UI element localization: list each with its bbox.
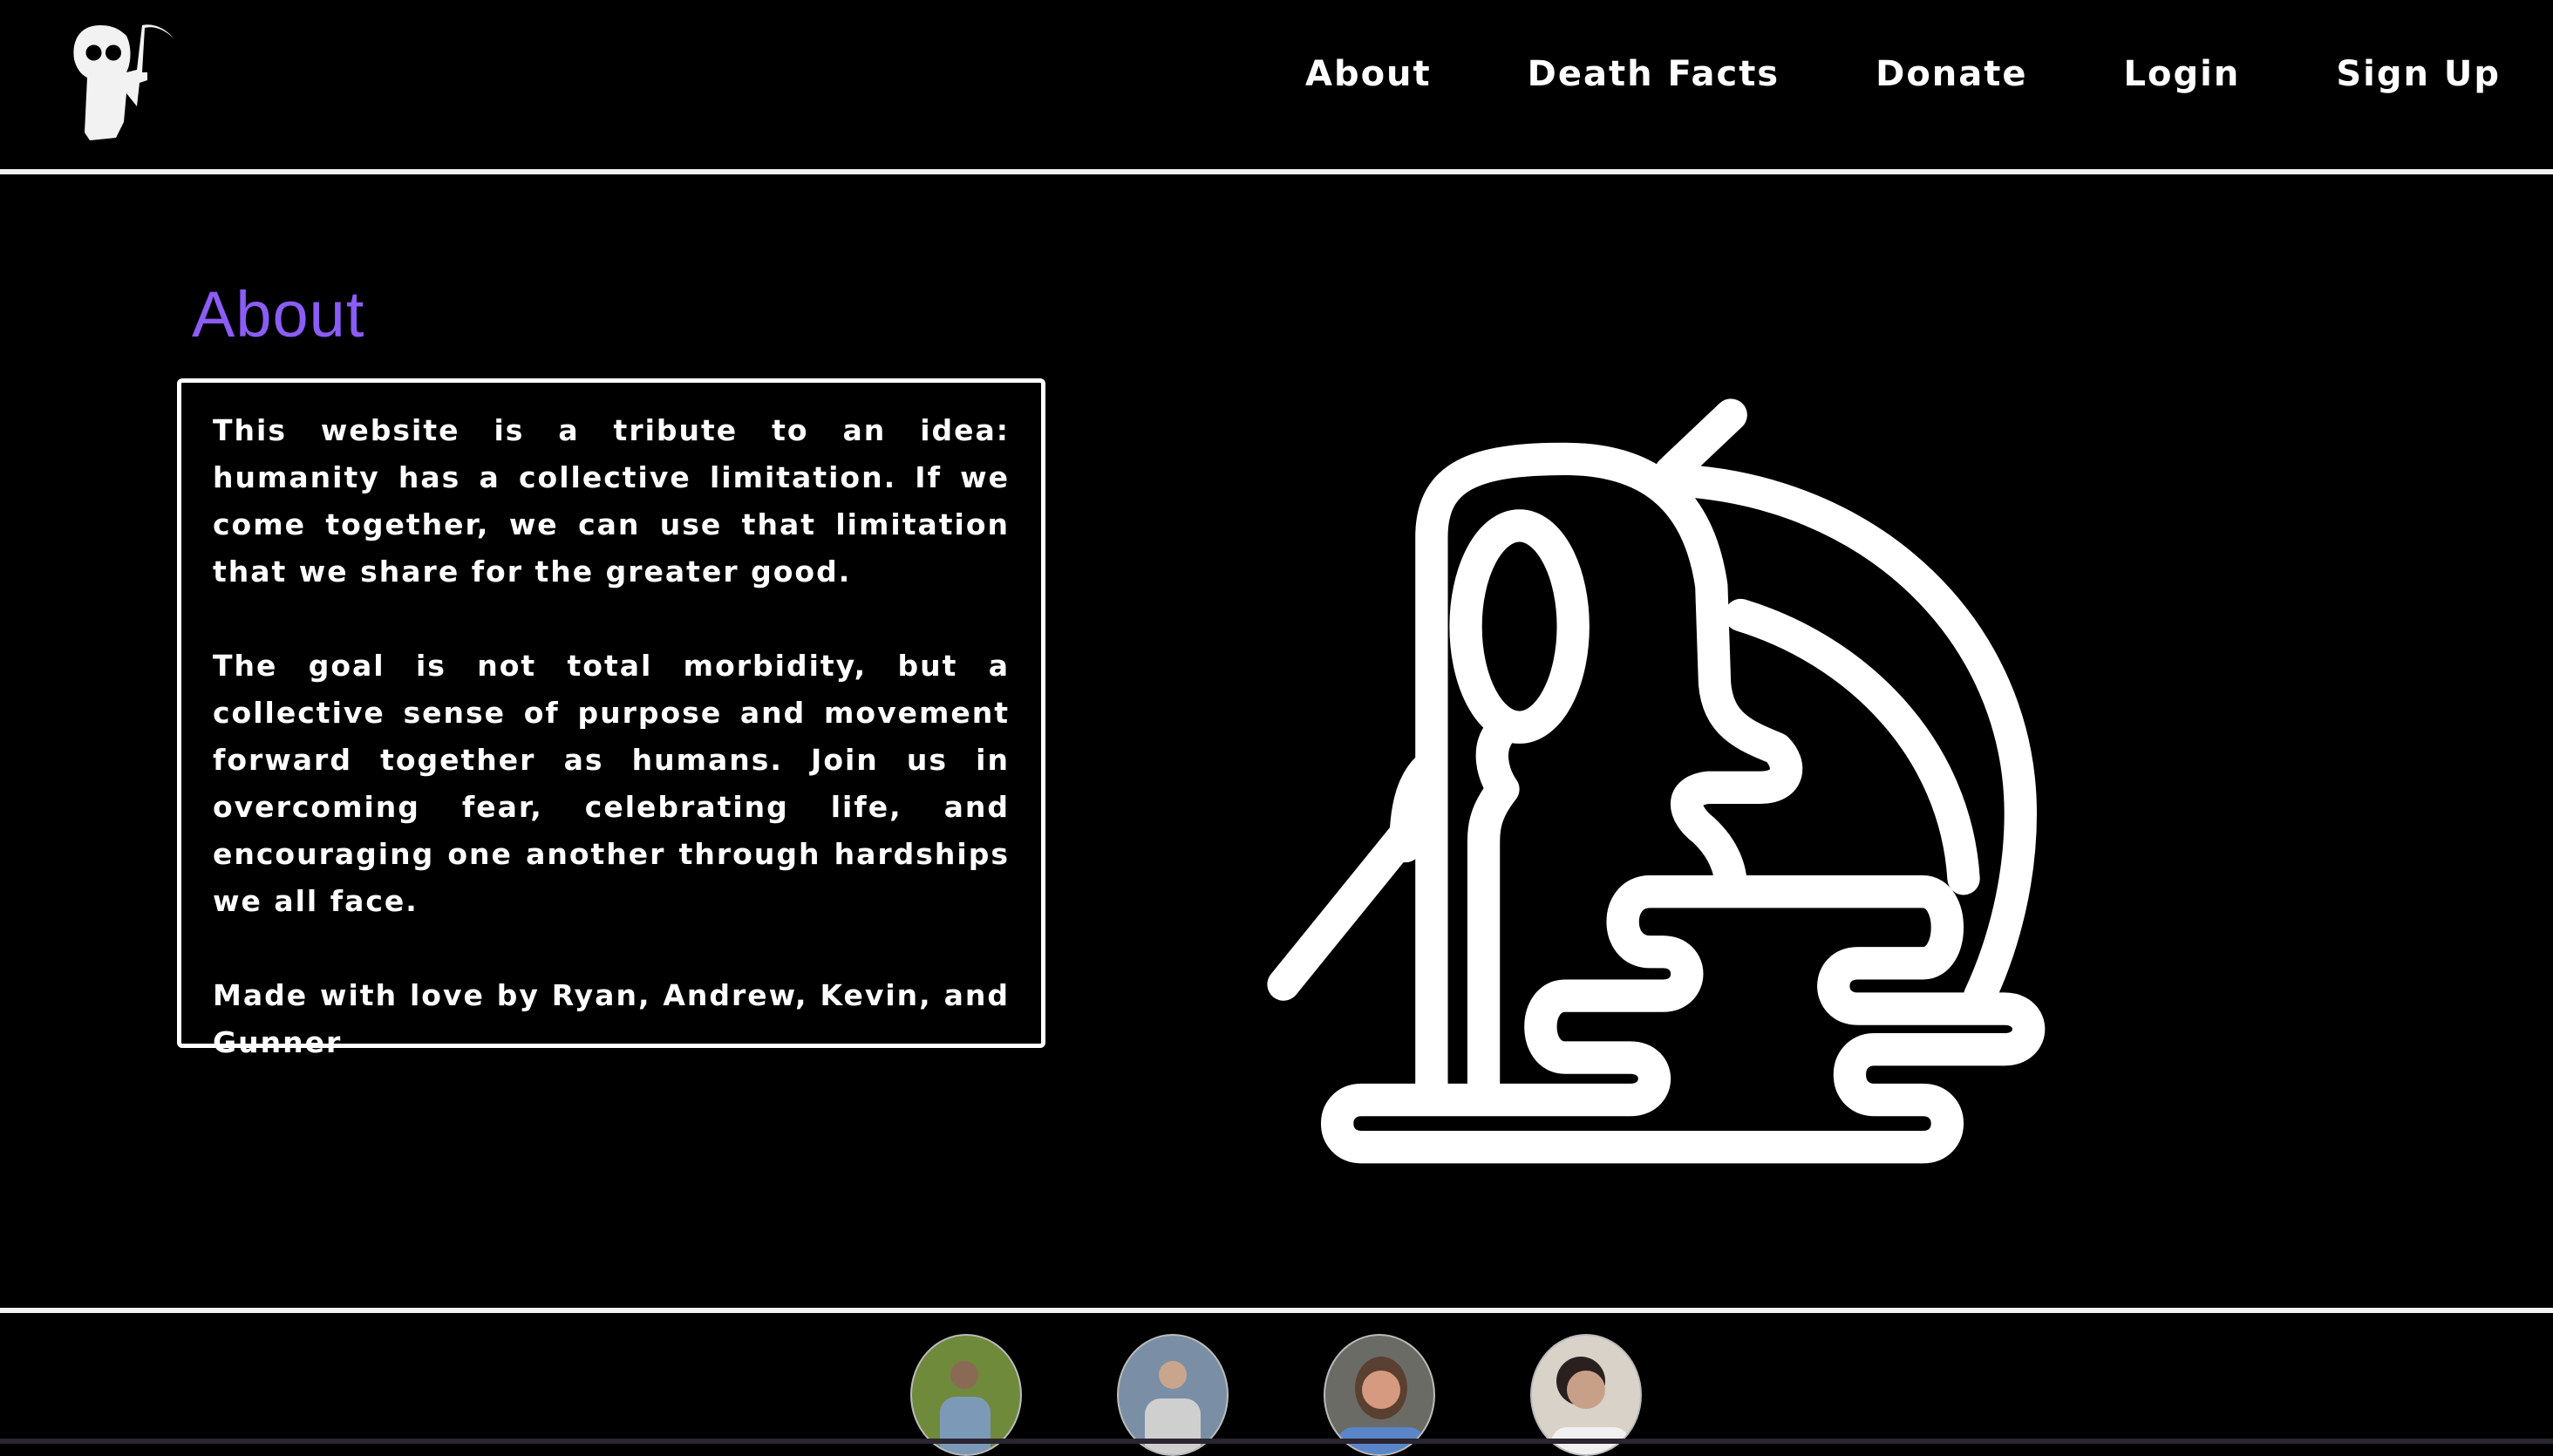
page-title: About bbox=[192, 278, 365, 350]
bottom-edge bbox=[0, 1439, 2553, 1444]
nav-login[interactable]: Login bbox=[2124, 54, 2241, 94]
about-paragraph: This website is a tribute to an idea: hu… bbox=[213, 413, 1010, 589]
avatar-gunner[interactable] bbox=[1530, 1334, 1642, 1456]
footer-divider bbox=[0, 1308, 2553, 1313]
nav-sign-up[interactable]: Sign Up bbox=[2336, 54, 2501, 94]
header-divider bbox=[0, 169, 2553, 174]
avatar-kevin[interactable] bbox=[1324, 1334, 1435, 1456]
site-header: About Death Facts Donate Login Sign Up bbox=[0, 0, 2553, 171]
nav-about[interactable]: About bbox=[1305, 54, 1432, 94]
grim-reaper-illustration-icon bbox=[1267, 398, 2046, 1164]
avatar-andrew[interactable] bbox=[1117, 1334, 1229, 1456]
nav-death-facts[interactable]: Death Facts bbox=[1528, 54, 1780, 94]
about-credits: Made with love by Ryan, Andrew, Kevin, a… bbox=[213, 978, 1010, 1059]
nav-donate[interactable]: Donate bbox=[1876, 54, 2027, 94]
main-nav: About Death Facts Donate Login Sign Up bbox=[1305, 54, 2501, 94]
grim-reaper-logo-icon[interactable] bbox=[61, 10, 192, 150]
avatar-ryan[interactable] bbox=[910, 1334, 1022, 1456]
about-paragraph: The goal is not total morbidity, but a c… bbox=[213, 649, 1010, 918]
about-text-box: This website is a tribute to an idea: hu… bbox=[177, 378, 1045, 1059]
